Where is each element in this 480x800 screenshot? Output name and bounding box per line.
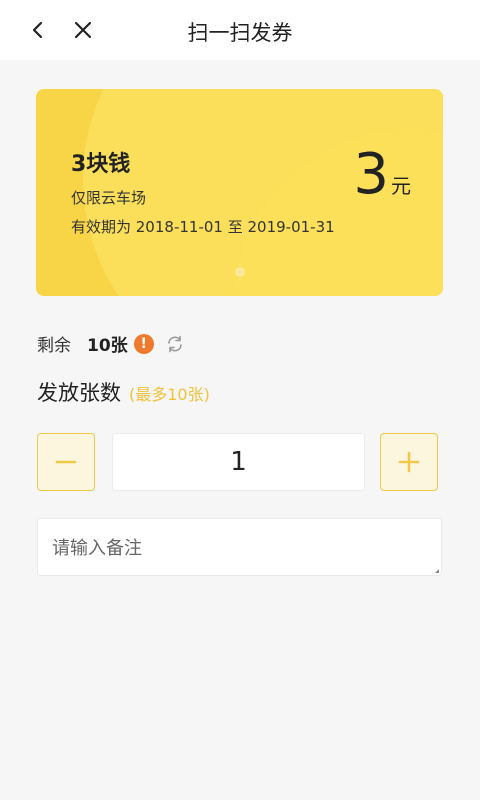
page-title: 扫一扫发券 [187, 21, 293, 45]
decrease-button[interactable] [37, 433, 95, 491]
coupon-name: 3块钱 [71, 152, 131, 177]
warning-icon[interactable]: ! [133, 333, 154, 354]
top-bar: 扫一扫发券 [0, 0, 480, 60]
remaining-label: 剩余 [37, 336, 71, 356]
coupon-card[interactable]: 3块钱 仅限云车场 有效期为 2018-11-01 至 2019-01-31 3… [36, 89, 443, 296]
quantity-input[interactable]: 1 [112, 433, 365, 491]
carousel-dot-active[interactable] [234, 267, 245, 277]
resize-handle[interactable] [435, 569, 439, 573]
quantity-label: 发放张数 [37, 381, 121, 405]
remaining-count: 10张 [87, 336, 128, 356]
coupon-amount-unit: 元 [391, 174, 411, 198]
increase-button[interactable] [380, 433, 438, 491]
plus-icon [398, 451, 420, 473]
remaining-row: 剩余 10张 ! [37, 331, 186, 356]
remark-placeholder: 请输入备注 [52, 538, 142, 559]
quantity-heading: 发放张数 (最多10张) [37, 377, 210, 407]
coupon-amount-value: 3 [353, 142, 389, 207]
minus-icon [55, 460, 77, 464]
carousel-indicator [36, 267, 443, 277]
coupon-scope: 仅限云车场 [71, 189, 147, 207]
coupon-validity: 有效期为 2018-11-01 至 2019-01-31 [71, 218, 335, 236]
remark-field[interactable]: 请输入备注 [37, 518, 442, 576]
refresh-icon[interactable] [164, 333, 186, 355]
quantity-hint: (最多10张) [129, 385, 210, 404]
coupon-amount: 3 元 [353, 147, 411, 203]
